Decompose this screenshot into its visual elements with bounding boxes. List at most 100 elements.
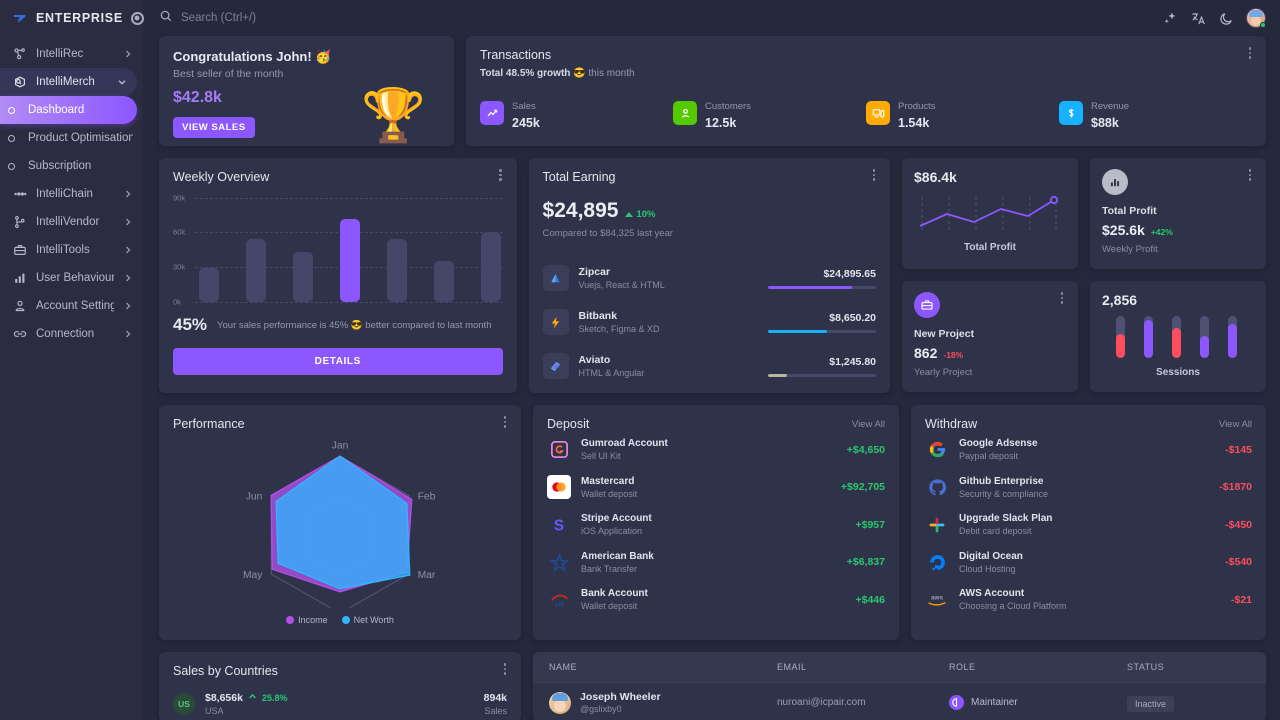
git-branch-icon <box>12 215 27 230</box>
sidebar-item-dashboard[interactable]: Dashboard <box>0 96 137 124</box>
item-desc: iOS Application <box>581 526 643 537</box>
bar-1 <box>199 267 219 302</box>
item-amount: -$450 <box>1225 518 1252 531</box>
item-amount: +$6,837 <box>846 556 885 569</box>
deposit-list: Gumroad Account Sell UI Kit +$4,650 Mast… <box>547 431 885 619</box>
box-search-icon <box>12 75 27 90</box>
legend-label: Net Worth <box>353 615 394 625</box>
item-right: $1,245.80 <box>768 356 876 377</box>
item-desc: Debit card deposit <box>959 526 1032 537</box>
item-amount: -$1870 <box>1219 481 1252 494</box>
sales-countries-title: Sales by Countries <box>173 664 278 678</box>
progress-bar <box>768 373 876 377</box>
page-title: Congratulations John! 🥳 <box>173 49 332 64</box>
sales-by-countries-card: Sales by Countries US $8,656k 25.8% USA … <box>159 652 521 720</box>
weekly-overview-card: Weekly Overview 90k 60k 30k 0k 45% Your … <box>159 158 517 393</box>
list-item[interactable]: American Bank Bank Transfer +$6,837 <box>547 544 885 582</box>
item-name: Bitbank <box>578 310 618 322</box>
list-item[interactable]: Bitbank Sketch, Figma & XD $8,650.20 <box>542 300 876 344</box>
table-row[interactable]: Joseph Wheeler @gslixby0 nuroani@icpair.… <box>533 682 1266 720</box>
stat-label: Revenue <box>1091 101 1130 112</box>
row-1: Congratulations John! 🥳 Best seller of t… <box>159 36 1266 146</box>
users-table-card: NAME EMAIL ROLE STATUS Joseph Wheeler @g… <box>533 652 1266 720</box>
list-item[interactable]: US $8,656k 25.8% USA 894k Sales <box>173 692 507 716</box>
moon-dark-mode-icon[interactable] <box>1218 10 1234 26</box>
bar-6 <box>433 261 454 302</box>
sidebar-item-intellimerch[interactable]: IntelliMerch <box>0 68 137 96</box>
list-item[interactable]: Google Adsense Paypal deposit -$145 <box>925 431 1252 469</box>
sessions-caption: Sessions <box>1156 367 1200 378</box>
withdraw-title: Withdraw <box>925 417 978 431</box>
dollar-icon <box>1059 101 1083 125</box>
list-item[interactable]: Upgrade Slack Plan Debit card deposit -$… <box>925 506 1252 544</box>
sidebar-item-account-setting[interactable]: Account Setting <box>0 292 143 320</box>
congratulations-card: Congratulations John! 🥳 Best seller of t… <box>159 36 454 146</box>
search-bar[interactable] <box>159 9 1152 28</box>
list-item[interactable]: Github Enterprise Security & compliance … <box>925 469 1252 507</box>
earning-list: Zipcar Vuejs, React & HTML $24,895.65 Bi… <box>542 256 876 388</box>
item-name: American Bank <box>581 550 654 562</box>
view-sales-button[interactable]: VIEW SALES <box>173 117 255 138</box>
bar-chart-icon <box>12 271 27 286</box>
country-value-row: $8,656k 25.8% <box>205 692 288 704</box>
pin-toggle-icon[interactable] <box>130 11 144 25</box>
mini-column-right: Total Profit $25.6k +42% Weekly Profit 2… <box>1090 158 1266 393</box>
list-item[interactable]: Zipcar Vuejs, React & HTML $24,895.65 <box>542 256 876 300</box>
more-options-icon[interactable] <box>499 415 511 429</box>
sidebar-item-intellitools[interactable]: IntelliTools <box>0 236 143 264</box>
list-item[interactable]: Gumroad Account Sell UI Kit +$4,650 <box>547 431 885 469</box>
sidebar-item-intellirec[interactable]: IntelliRec <box>0 40 143 68</box>
more-options-icon[interactable] <box>868 168 880 182</box>
list-item[interactable]: Mastercard Wallet deposit +$92,705 <box>547 469 885 507</box>
transactions-title: Transactions <box>480 48 552 62</box>
deposit-view-all-link[interactable]: View All <box>852 419 885 430</box>
country-sales-value: 894k <box>483 692 507 704</box>
legend-dot-icon <box>286 616 295 624</box>
bitbank-bolt-icon <box>542 309 569 335</box>
list-item[interactable]: citi Bank Account Wallet deposit +$446 <box>547 581 885 619</box>
performance-card: Performance Jan Feb Mar Apr <box>159 405 521 640</box>
more-options-icon[interactable] <box>1056 291 1068 305</box>
congrats-subtitle: Best seller of the month <box>173 68 284 80</box>
more-options-icon[interactable] <box>495 168 507 182</box>
performance-radar-chart: Jan Feb Mar Apr May Jun <box>243 440 436 629</box>
more-options-icon[interactable] <box>1244 46 1256 60</box>
main-area: Congratulations John! 🥳 Best seller of t… <box>143 0 1280 720</box>
avatar <box>549 691 571 714</box>
chevron-down-icon <box>117 77 127 87</box>
sidebar-item-user-behaviours[interactable]: User Behaviours <box>0 264 143 292</box>
chain-dots-icon <box>12 187 27 202</box>
svg-text:citi: citi <box>554 600 563 609</box>
country-sales: 894k Sales <box>484 692 507 716</box>
sidebar-item-intellivendor[interactable]: IntelliVendor <box>0 208 143 236</box>
details-button[interactable]: DETAILS <box>173 348 503 375</box>
y-tick-30k: 30k <box>173 262 186 272</box>
role-label: Maintainer <box>971 697 1018 708</box>
weekly-profit-title: Total Profit <box>1102 205 1157 217</box>
sidebar-item-intellichain[interactable]: IntelliChain <box>0 180 143 208</box>
briefcase-icon <box>914 292 940 318</box>
new-project-caption: Yearly Project <box>914 367 973 378</box>
list-item[interactable]: aws AWS Account Choosing a Cloud Platfor… <box>925 581 1252 619</box>
search-input[interactable] <box>181 12 441 24</box>
sidebar-item-subscription[interactable]: Subscription <box>0 152 143 180</box>
sidebar-item-connection[interactable]: Connection <box>0 320 143 348</box>
translate-icon[interactable] <box>1190 10 1206 26</box>
more-options-icon[interactable] <box>1244 168 1256 182</box>
avatar[interactable] <box>1246 8 1266 28</box>
list-item[interactable]: Aviato HTML & Angular $1,245.80 <box>542 344 876 388</box>
list-item[interactable]: S Stripe Account iOS Application +$957 <box>547 506 885 544</box>
sparkle-ai-icon[interactable] <box>1162 10 1178 26</box>
bar-2 <box>245 238 266 302</box>
more-options-icon[interactable] <box>499 662 511 676</box>
item-name: Zipcar <box>578 266 611 278</box>
transactions-stats: Sales 245k Customers 12.5k Products 1.54… <box>480 96 1252 130</box>
item-desc: Wallet deposit <box>581 601 638 612</box>
list-item[interactable]: Digital Ocean Cloud Hosting -$540 <box>925 544 1252 582</box>
withdraw-view-all-link[interactable]: View All <box>1219 419 1252 430</box>
stat-value: $88k <box>1091 116 1119 130</box>
sidebar-nav: IntelliRec IntelliMerch Dashboard Produc… <box>0 36 143 348</box>
svg-text:Jun: Jun <box>246 491 263 502</box>
mastercard-icon <box>547 475 571 500</box>
sidebar-item-product-optimisation[interactable]: Product Optimisation <box>0 124 143 152</box>
